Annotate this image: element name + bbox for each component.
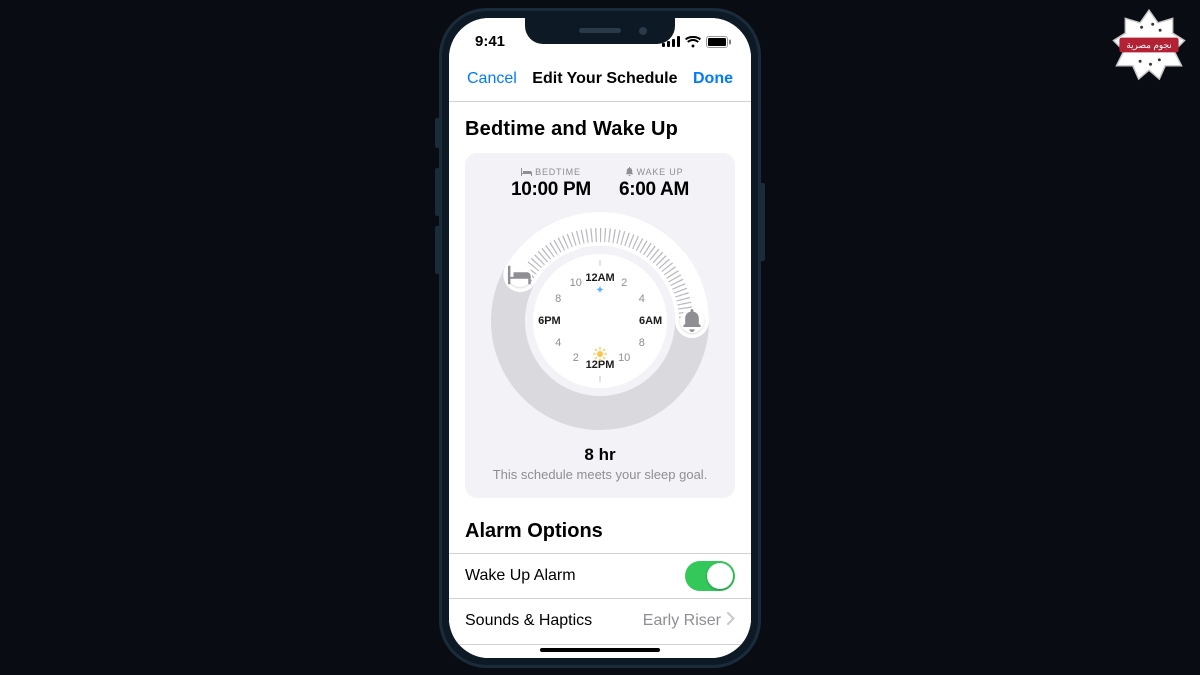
row-wake-up-alarm[interactable]: Wake Up Alarm bbox=[449, 553, 751, 599]
dial-label-10: 10 bbox=[618, 352, 630, 364]
wakeup-column: WAKE UP 6:00 AM bbox=[619, 167, 689, 201]
sounds-haptics-label: Sounds & Haptics bbox=[465, 612, 592, 630]
bedtime-value: 10:00 PM bbox=[511, 179, 591, 201]
dial-label-8: 8 bbox=[639, 337, 645, 349]
dial-label-12am: 12AM bbox=[585, 272, 614, 284]
watermark-logo: نجوم مصرية bbox=[1112, 8, 1186, 82]
chevron-right-icon bbox=[727, 612, 735, 630]
wakeup-label: WAKE UP bbox=[637, 167, 684, 177]
home-indicator[interactable] bbox=[540, 648, 660, 652]
dial-label-6am: 6AM bbox=[639, 315, 662, 327]
nav-bar: Cancel Edit Your Schedule Done bbox=[449, 58, 751, 102]
phone-frame: 9:41 Cancel Edit Your Schedule Done Bedt… bbox=[439, 8, 761, 668]
wakeup-handle[interactable] bbox=[680, 309, 704, 333]
dial-label-2: 2 bbox=[621, 277, 627, 289]
dial-label-4p: 4 bbox=[555, 337, 561, 349]
phone-volume-down bbox=[435, 226, 439, 274]
wakeup-value: 6:00 AM bbox=[619, 179, 689, 201]
status-time: 9:41 bbox=[475, 33, 505, 50]
bed-icon bbox=[508, 263, 532, 287]
nav-title: Edit Your Schedule bbox=[532, 70, 677, 88]
phone-notch bbox=[525, 18, 675, 44]
section-title-bedtime: Bedtime and Wake Up bbox=[465, 118, 735, 141]
sleep-goal-message: This schedule meets your sleep goal. bbox=[475, 467, 725, 482]
phone-volume-up bbox=[435, 168, 439, 216]
section-title-alarm: Alarm Options bbox=[465, 520, 735, 543]
dial-label-2p: 2 bbox=[573, 352, 579, 364]
dial-label-8p: 8 bbox=[555, 293, 561, 305]
wake-up-alarm-toggle[interactable] bbox=[685, 561, 735, 591]
row-sounds-haptics[interactable]: Sounds & Haptics Early Riser bbox=[449, 599, 751, 645]
bedtime-handle[interactable] bbox=[508, 263, 532, 287]
bell-icon bbox=[680, 309, 704, 333]
bedtime-card: BEDTIME 10:00 PM WAKE UP 6:00 AM bbox=[465, 153, 735, 498]
sleep-duration: 8 hr bbox=[475, 445, 725, 465]
svg-text:نجوم مصرية: نجوم مصرية bbox=[1126, 40, 1171, 51]
phone-mute-switch bbox=[435, 118, 439, 148]
dial-label-6pm: 6PM bbox=[538, 315, 561, 327]
stars-icon: ✦ bbox=[595, 283, 604, 296]
cancel-button[interactable]: Cancel bbox=[467, 70, 517, 88]
bed-icon bbox=[521, 168, 532, 176]
bedtime-column: BEDTIME 10:00 PM bbox=[511, 167, 591, 201]
phone-power-button bbox=[761, 183, 765, 261]
sounds-haptics-value: Early Riser bbox=[643, 612, 721, 630]
dial-label-10p: 10 bbox=[570, 277, 582, 289]
sun-icon bbox=[593, 347, 607, 361]
bedtime-label: BEDTIME bbox=[535, 167, 581, 177]
battery-icon bbox=[706, 36, 731, 48]
bell-icon bbox=[625, 167, 634, 176]
dial-label-4: 4 bbox=[639, 293, 645, 305]
wifi-icon bbox=[685, 36, 701, 48]
wake-up-alarm-label: Wake Up Alarm bbox=[465, 567, 576, 585]
sleep-dial[interactable]: 12AM 6AM 12PM 6PM 2 4 8 10 2 4 8 10 bbox=[490, 211, 710, 431]
done-button[interactable]: Done bbox=[693, 70, 733, 88]
